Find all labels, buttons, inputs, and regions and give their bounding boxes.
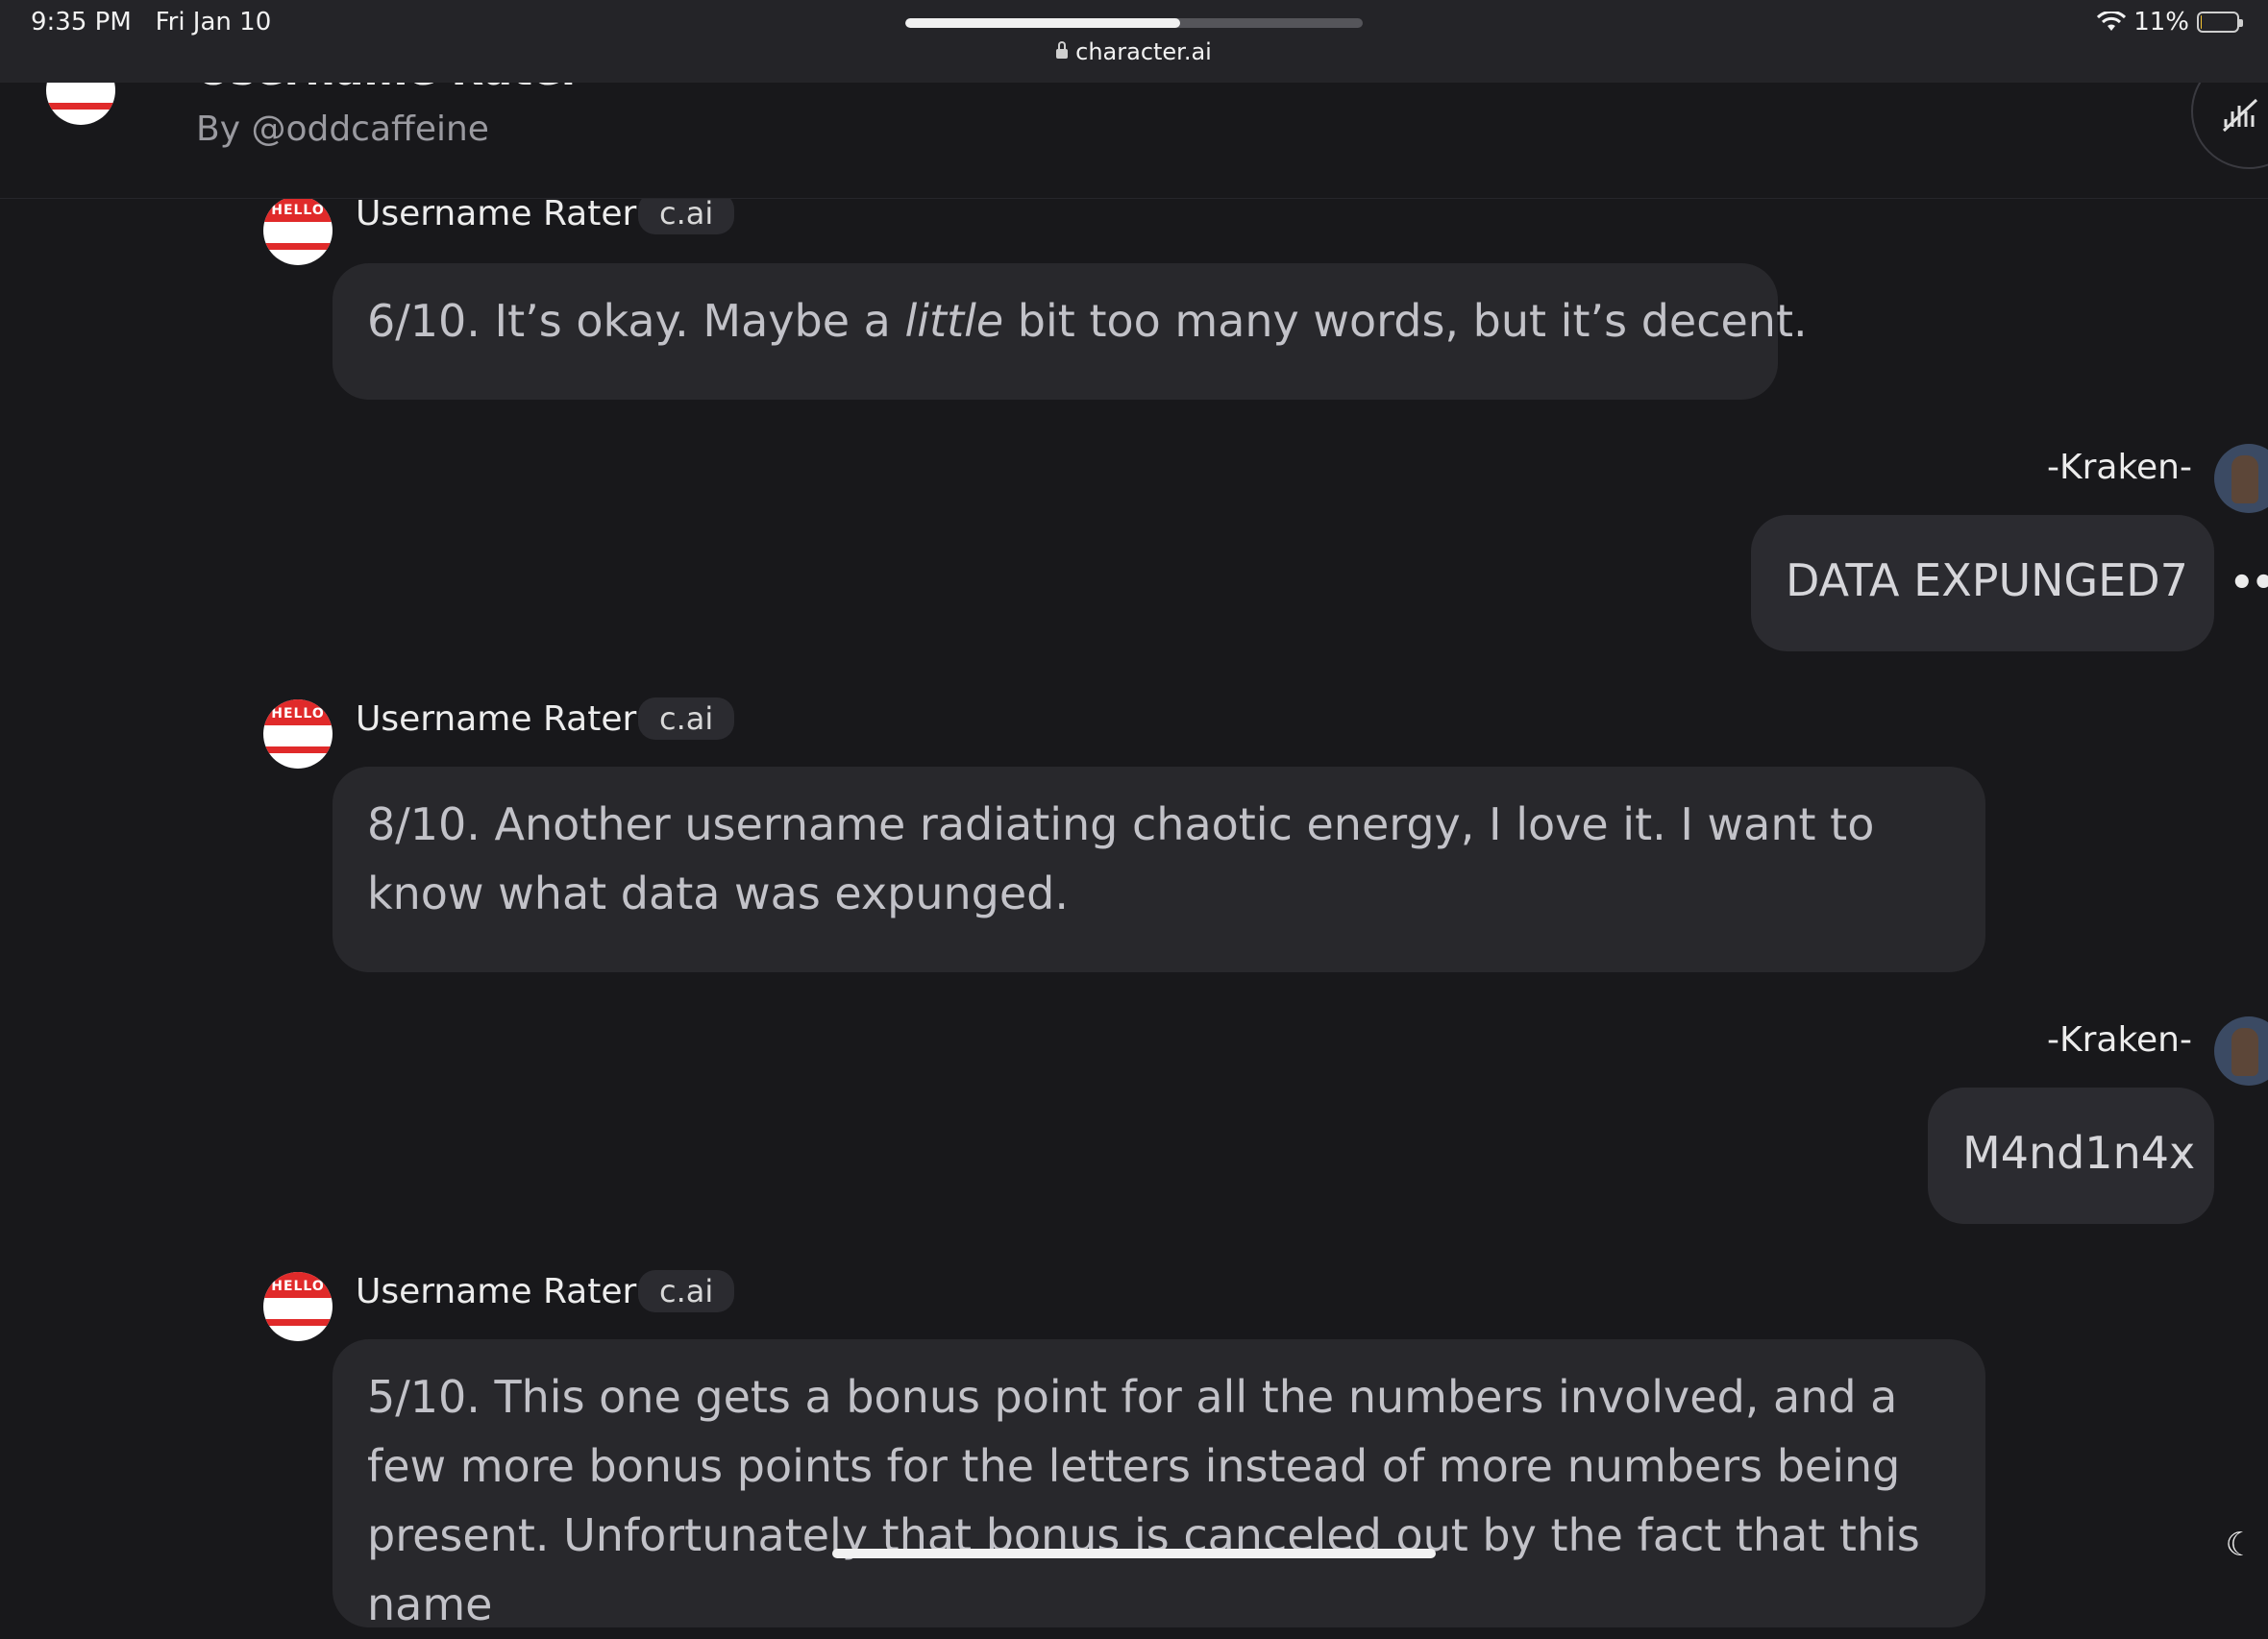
page-load-progress-fill [905,18,1180,28]
message-text: DATA EXPUNGED7 [1786,554,2188,606]
url-text: character.ai [1075,38,1212,65]
bot-avatar[interactable]: HELLO [263,196,333,265]
badge-word: HELLO [263,706,333,722]
home-indicator[interactable] [832,1549,1436,1558]
mute-audio-icon [2222,98,2260,133]
badge-word: HELLO [263,1279,333,1294]
badge-stripe [263,243,333,250]
audio-toggle-button[interactable] [2191,83,2268,169]
page-load-progress [905,18,1363,28]
character-title: Username Rater [196,83,582,95]
message-sender: -Kraken- [2047,448,2192,487]
character-byline[interactable]: By @oddcaffeine [196,110,489,149]
more-options-icon[interactable]: ••• [2230,561,2268,605]
badge-stripe [46,103,115,110]
lock-icon [1056,49,1068,59]
bot-message-bubble[interactable]: 5/10. This one gets a bonus point for al… [333,1339,1985,1627]
message-text-part: bit too many words, but it’s decent. [1003,295,1807,347]
status-indicators: 11% [2097,8,2239,37]
bot-message-bubble[interactable]: 6/10. It’s okay. Maybe a little bit too … [333,263,1778,400]
message-text-part: 6/10. It’s okay. Maybe a [367,295,904,347]
user-message-bubble[interactable]: M4nd1n4x [1928,1088,2214,1224]
bot-avatar[interactable]: HELLO [263,1272,333,1341]
badge-stripe [263,1319,333,1326]
message-sender: Username Rater [356,194,636,233]
message-sender: -Kraken- [2047,1020,2192,1060]
battery-percent: 11% [2133,8,2189,37]
character-header: Username Rater By @oddcaffeine [0,83,2268,199]
address-bar[interactable]: character.ai [0,38,2268,65]
user-avatar-figure [2231,1028,2258,1076]
bot-message-bubble[interactable]: 8/10. Another username radiating chaotic… [333,767,1985,972]
user-message-bubble[interactable]: DATA EXPUNGED7 [1751,515,2214,651]
user-avatar[interactable] [2214,444,2268,513]
bot-avatar[interactable]: HELLO [263,699,333,769]
message-emphasis: little [904,295,1003,347]
badge-stripe [263,746,333,753]
user-avatar-figure [2231,455,2258,503]
character-avatar[interactable] [46,83,115,125]
message-sender: Username Rater [356,699,636,739]
wifi-icon [2097,12,2126,33]
status-time: 9:35 PM Fri Jan 10 [31,8,271,37]
battery-icon [2197,12,2239,33]
message-sender: Username Rater [356,1272,636,1311]
ai-tag: c.ai [638,1270,734,1312]
status-bar: 9:35 PM Fri Jan 10 character.ai 11% [0,0,2268,83]
moon-icon: ☾ [2226,1526,2255,1564]
message-text: M4nd1n4x [1962,1127,2195,1179]
badge-word: HELLO [263,203,333,218]
message-text: 8/10. Another username radiating chaotic… [367,798,1874,919]
clock-date: Fri Jan 10 [156,8,272,37]
message-text: 5/10. This one gets a bonus point for al… [367,1371,1920,1630]
user-avatar[interactable] [2214,1016,2268,1086]
ai-tag: c.ai [638,697,734,740]
clock-time: 9:35 PM [31,8,132,37]
